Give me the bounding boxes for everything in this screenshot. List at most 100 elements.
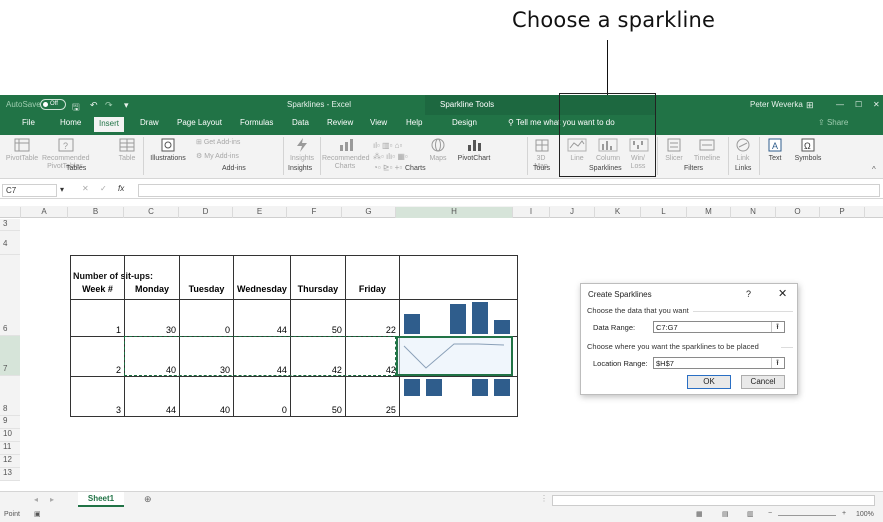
- week-cell[interactable]: 3: [70, 376, 125, 417]
- cancel-button[interactable]: Cancel: [741, 375, 785, 389]
- value-cell[interactable]: 0: [233, 376, 291, 417]
- header-cell[interactable]: Wednesday: [233, 255, 291, 300]
- col-header[interactable]: L: [641, 207, 687, 218]
- value-cell[interactable]: 25: [344, 376, 400, 417]
- tab-view[interactable]: View: [370, 118, 387, 127]
- zoom-level[interactable]: 100%: [856, 511, 874, 518]
- tab-insert[interactable]: Insert: [94, 117, 125, 132]
- tab-help[interactable]: Help: [406, 118, 422, 127]
- value-cell[interactable]: 30: [179, 336, 234, 377]
- row-header[interactable]: 9: [0, 416, 20, 429]
- value-cell[interactable]: 40: [179, 376, 234, 417]
- tell-me-search[interactable]: ⚲ Tell me what you want to do: [508, 118, 615, 127]
- col-header[interactable]: N: [731, 207, 776, 218]
- close-window-icon[interactable]: ✕: [873, 100, 880, 109]
- minimize-icon[interactable]: —: [836, 100, 844, 109]
- page-layout-view-icon[interactable]: ▤: [722, 510, 729, 518]
- row-header[interactable]: 7: [0, 336, 20, 376]
- name-box[interactable]: C7: [2, 184, 57, 197]
- sheet-tab-sheet1[interactable]: Sheet1: [78, 492, 124, 507]
- col-header[interactable]: J: [550, 207, 595, 218]
- col-header[interactable]: D: [179, 207, 233, 218]
- zoom-out-icon[interactable]: −: [768, 510, 772, 517]
- row-header[interactable]: 8: [0, 376, 20, 416]
- value-cell[interactable]: 42: [289, 336, 346, 377]
- illustrations-button[interactable]: Illustrations: [146, 137, 190, 163]
- tab-formulas[interactable]: Formulas: [240, 118, 273, 127]
- col-header[interactable]: H: [396, 207, 513, 218]
- value-cell[interactable]: 44: [233, 336, 291, 377]
- next-sheet-icon[interactable]: ▸: [50, 495, 54, 504]
- share-button[interactable]: ⇪ Share: [818, 118, 848, 127]
- location-range-field[interactable]: $H$7 ⭱: [653, 357, 785, 369]
- col-header[interactable]: C: [124, 207, 179, 218]
- col-header[interactable]: F: [287, 207, 342, 218]
- name-box-dropdown-icon[interactable]: ▾: [60, 185, 64, 194]
- collapse-dialog-icon[interactable]: ⭱: [771, 322, 783, 332]
- value-cell[interactable]: 22: [344, 299, 400, 337]
- zoom-in-icon[interactable]: +: [842, 510, 846, 517]
- scroll-divider-icon[interactable]: ⋮: [540, 494, 548, 503]
- tab-review[interactable]: Review: [327, 118, 353, 127]
- redo-icon[interactable]: ↷: [105, 100, 113, 111]
- recommended-charts-button[interactable]: Recommended Charts: [322, 137, 370, 171]
- enter-entry-icon[interactable]: ✓: [100, 184, 107, 193]
- tab-page-layout[interactable]: Page Layout: [177, 118, 222, 127]
- value-cell[interactable]: 44: [233, 299, 291, 337]
- row-header[interactable]: 3: [0, 219, 20, 231]
- header-cell[interactable]: Monday: [124, 255, 180, 300]
- col-header[interactable]: E: [233, 207, 287, 218]
- save-icon[interactable]: 🖫: [72, 100, 80, 116]
- row-header[interactable]: 6: [0, 299, 20, 336]
- row-header[interactable]: 11: [0, 442, 20, 455]
- col-header[interactable]: B: [68, 207, 124, 218]
- slicer-button[interactable]: Slicer: [660, 137, 688, 163]
- value-cell[interactable]: 50: [289, 299, 346, 337]
- tab-data[interactable]: Data: [292, 118, 309, 127]
- value-cell[interactable]: 44: [124, 376, 180, 417]
- sparkline-header-cell[interactable]: [398, 255, 518, 300]
- week-cell[interactable]: 1: [70, 299, 125, 337]
- col-header[interactable]: O: [776, 207, 820, 218]
- sparkline-cell-week3[interactable]: [398, 376, 518, 417]
- column-sparkline-button[interactable]: Column: [592, 137, 624, 163]
- timeline-button[interactable]: Timeline: [690, 137, 724, 163]
- macro-record-icon[interactable]: ▣: [34, 510, 41, 518]
- ribbon-display-icon[interactable]: ⊞: [806, 100, 814, 111]
- tab-design[interactable]: Design: [452, 118, 477, 127]
- line-sparkline-button[interactable]: Line: [564, 137, 590, 163]
- row-header[interactable]: 4: [0, 231, 20, 255]
- link-button[interactable]: Link: [731, 137, 755, 163]
- undo-icon[interactable]: ↶: [90, 100, 98, 111]
- select-all-corner[interactable]: [0, 207, 21, 218]
- header-cell[interactable]: Tuesday: [179, 255, 234, 300]
- get-addins-button[interactable]: ⊞ Get Add-ins: [196, 139, 240, 147]
- chart-type-gallery[interactable]: ıl▫ ▥▫ ⌂▫ ⁂▫ ılı▫ ▦▫ ◔▫ ⊵▫ +▫: [373, 140, 408, 173]
- table-button[interactable]: Table: [114, 137, 140, 163]
- insights-button[interactable]: Insights: [285, 137, 319, 163]
- pivotchart-button[interactable]: PivotChart: [452, 137, 496, 163]
- col-header[interactable]: A: [21, 207, 68, 218]
- row-header[interactable]: 13: [0, 468, 20, 481]
- insert-function-icon[interactable]: fx: [118, 184, 124, 193]
- tab-home[interactable]: Home: [60, 118, 81, 127]
- header-cell[interactable]: Thursday: [289, 255, 346, 300]
- help-button[interactable]: ?: [746, 289, 751, 299]
- maps-button[interactable]: Maps: [425, 137, 451, 163]
- week-cell[interactable]: 2: [70, 336, 125, 377]
- autosave-toggle[interactable]: Off: [40, 99, 66, 110]
- header-cell[interactable]: Week #: [70, 255, 125, 300]
- col-header[interactable]: G: [342, 207, 396, 218]
- header-cell[interactable]: Friday: [344, 255, 400, 300]
- horizontal-scrollbar[interactable]: [552, 495, 875, 506]
- row-header[interactable]: 12: [0, 455, 20, 468]
- col-header[interactable]: M: [687, 207, 731, 218]
- tab-file[interactable]: File: [22, 118, 35, 127]
- customize-qat-icon[interactable]: ▾: [124, 100, 129, 111]
- value-cell[interactable]: 0: [179, 299, 234, 337]
- maximize-icon[interactable]: ☐: [855, 100, 862, 109]
- my-addins-button[interactable]: ⚙ My Add-ins: [196, 153, 239, 161]
- add-sheet-icon[interactable]: ⊕: [144, 494, 152, 505]
- symbols-button[interactable]: Ω Symbols: [791, 137, 825, 163]
- col-header[interactable]: I: [513, 207, 550, 218]
